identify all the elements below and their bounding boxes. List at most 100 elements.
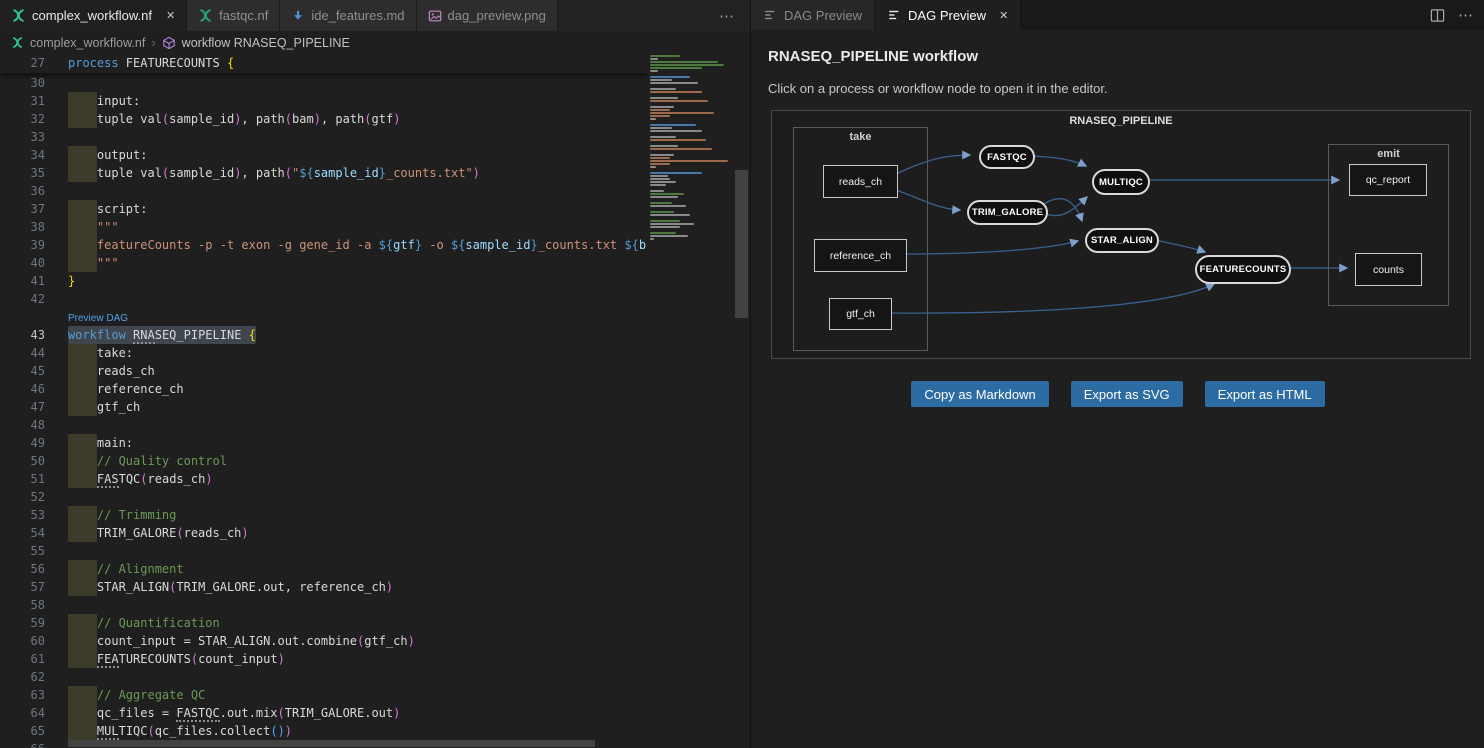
horizontal-scrollbar[interactable] <box>68 740 595 747</box>
code-line[interactable]: 42 <box>0 290 750 308</box>
dag-node-reference-ch[interactable]: reference_ch <box>814 239 907 272</box>
minimap-line <box>650 136 676 138</box>
code-line[interactable]: 55 <box>0 542 750 560</box>
code-token: TQC <box>119 472 141 486</box>
code-line[interactable]: 34 output: <box>0 146 750 164</box>
code-line[interactable]: 46 reference_ch <box>0 380 750 398</box>
tab-dag-preview-png[interactable]: dag_preview.png <box>417 0 558 31</box>
tab-dag-preview-active[interactable]: DAG Preview ✕ <box>875 0 1021 30</box>
code-line[interactable]: 44 take: <box>0 344 750 362</box>
code-line[interactable]: 45 reads_ch <box>0 362 750 380</box>
minimap-line <box>650 124 696 126</box>
code-token: FAS <box>97 472 119 488</box>
code-line[interactable]: 40 """ <box>0 254 750 272</box>
line-number: 33 <box>0 128 45 146</box>
tab-fastqc-nf[interactable]: fastqc.nf <box>187 0 280 31</box>
code-line[interactable]: 48 <box>0 416 750 434</box>
code-line[interactable]: 49 main: <box>0 434 750 452</box>
minimap-line <box>650 106 674 108</box>
code-token: // Quality control <box>68 454 227 468</box>
code-line[interactable]: 38 """ <box>0 218 750 236</box>
dag-node-star-align[interactable]: STAR_ALIGN <box>1085 228 1159 253</box>
line-number: 38 <box>0 218 45 236</box>
tab-complex-workflow-nf[interactable]: complex_workflow.nf ✕ <box>0 0 187 31</box>
more-actions-icon[interactable]: ⋯ <box>719 7 734 25</box>
dag-node-qc-report[interactable]: qc_report <box>1349 164 1427 196</box>
code-editor[interactable]: 3031 input:32 tuple val(sample_id), path… <box>0 54 750 748</box>
minimap-line <box>650 235 688 237</box>
dag-node-gtf-ch[interactable]: gtf_ch <box>829 298 892 330</box>
code-line[interactable]: 62 <box>0 668 750 686</box>
minimap-line <box>650 91 702 93</box>
dag-node-featurecounts[interactable]: FEATURECOUNTS <box>1195 255 1291 284</box>
dag-node-trim-galore[interactable]: TRIM_GALORE <box>967 200 1048 225</box>
code-line[interactable]: 65 MULTIQC(qc_files.collect()) <box>0 722 750 740</box>
breadcrumb-symbol[interactable]: workflow RNASEQ_PIPELINE <box>182 36 350 50</box>
code-token: reads_ch <box>68 364 155 378</box>
code-line[interactable]: 32 tuple val(sample_id), path(bam), path… <box>0 110 750 128</box>
export-as-html-button[interactable]: Export as HTML <box>1205 381 1325 407</box>
code-token: ( <box>285 166 292 180</box>
minimap-line <box>650 112 714 114</box>
code-line[interactable]: 41} <box>0 272 750 290</box>
minimap-line <box>650 172 702 174</box>
code-token: // Trimming <box>68 508 176 522</box>
more-actions-icon[interactable]: ⋯ <box>1458 6 1473 24</box>
code-line[interactable]: 35 tuple val(sample_id), path("${sample_… <box>0 164 750 182</box>
dag-node-fastqc[interactable]: FASTQC <box>979 145 1035 169</box>
breadcrumb-file[interactable]: complex_workflow.nf <box>30 36 145 50</box>
code-line[interactable]: 63 // Aggregate QC <box>0 686 750 704</box>
code-token: """ <box>68 256 119 270</box>
code-line[interactable]: 61 FEATURECOUNTS(count_input) <box>0 650 750 668</box>
line-number: 60 <box>0 632 45 650</box>
code-token: count_input <box>198 652 277 666</box>
code-token: take: <box>68 346 133 360</box>
sticky-scroll-line[interactable]: 27 process FEATURECOUNTS { <box>0 54 648 73</box>
code-line[interactable]: 57 STAR_ALIGN(TRIM_GALORE.out, reference… <box>0 578 750 596</box>
code-line[interactable]: 54 TRIM_GALORE(reads_ch) <box>0 524 750 542</box>
line-number: 40 <box>0 254 45 272</box>
code-line[interactable]: 50 // Quality control <box>0 452 750 470</box>
copy-as-markdown-button[interactable]: Copy as Markdown <box>911 381 1048 407</box>
code-line[interactable]: 52 <box>0 488 750 506</box>
line-number: 37 <box>0 200 45 218</box>
code-line[interactable]: 30 <box>0 74 750 92</box>
code-line[interactable]: 58 <box>0 596 750 614</box>
split-editor-icon[interactable] <box>1430 8 1445 23</box>
code-line[interactable]: 59 // Quantification <box>0 614 750 632</box>
dag-node-counts[interactable]: counts <box>1355 253 1422 286</box>
close-icon[interactable]: ✕ <box>999 9 1008 22</box>
code-line[interactable]: 64 qc_files = FASTQC.out.mix(TRIM_GALORE… <box>0 704 750 722</box>
dag-diagram: RNASEQ_PIPELINE take emit reads_ch refer… <box>771 110 1471 359</box>
code-line[interactable]: 51 FASTQC(reads_ch) <box>0 470 750 488</box>
dag-node-multiqc[interactable]: MULTIQC <box>1092 169 1150 195</box>
code-line[interactable]: 56 // Alignment <box>0 560 750 578</box>
line-number: 48 <box>0 416 45 434</box>
minimap-line <box>650 130 702 132</box>
code-line[interactable]: 53 // Trimming <box>0 506 750 524</box>
code-line[interactable]: 60 count_input = STAR_ALIGN.out.combine(… <box>0 632 750 650</box>
line-number: 62 <box>0 668 45 686</box>
code-token: .out.mix <box>220 706 278 720</box>
tab-ide-features-md[interactable]: ide_features.md <box>280 0 416 31</box>
code-line[interactable]: 43workflow RNASEQ_PIPELINE { <box>0 326 750 344</box>
code-line[interactable]: 39 featureCounts -p -t exon -g gene_id -… <box>0 236 750 254</box>
code-line[interactable]: 31 input: <box>0 92 750 110</box>
export-as-svg-button[interactable]: Export as SVG <box>1071 381 1183 407</box>
dag-node-reads-ch[interactable]: reads_ch <box>823 165 898 198</box>
code-token: ( <box>270 724 277 738</box>
line-number: 46 <box>0 380 45 398</box>
tab-dag-preview-inactive[interactable]: DAG Preview <box>751 0 875 30</box>
minimap-line <box>650 184 666 186</box>
sticky-line-code: process FEATURECOUNTS { <box>68 54 234 72</box>
minimap-line <box>650 202 672 204</box>
code-line[interactable]: 33 <box>0 128 750 146</box>
codelens-preview-dag[interactable]: Preview DAG <box>68 312 128 326</box>
code-line[interactable]: 37 script: <box>0 200 750 218</box>
code-line[interactable]: 47 gtf_ch <box>0 398 750 416</box>
minimap[interactable] <box>650 55 733 241</box>
minimap-line <box>650 97 678 99</box>
code-line[interactable]: 36 <box>0 182 750 200</box>
vertical-scrollbar[interactable] <box>735 170 748 318</box>
close-icon[interactable]: ✕ <box>166 9 175 22</box>
